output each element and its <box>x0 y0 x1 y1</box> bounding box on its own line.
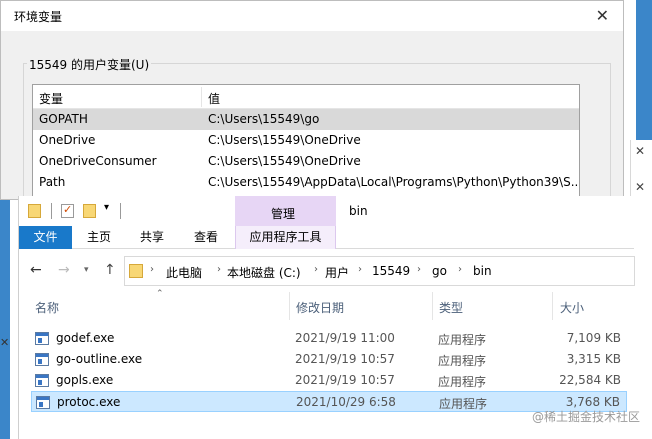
toolbar-divider <box>51 203 52 219</box>
column-divider[interactable] <box>552 292 553 320</box>
breadcrumb-item[interactable]: go <box>432 264 447 278</box>
file-row[interactable]: gopls.exe 2021/9/19 10:57 应用程序 22,584 KB <box>31 370 627 391</box>
column-header-name[interactable]: 名称 <box>35 299 59 316</box>
file-size: 22,584 KB <box>559 373 621 387</box>
variable-value: C:\Users\15549\go <box>208 112 320 126</box>
column-header-size[interactable]: 大小 <box>560 299 584 316</box>
chevron-right-icon[interactable]: › <box>314 264 318 275</box>
chevron-right-icon[interactable]: › <box>458 264 462 275</box>
file-explorer-window: ▾ 管理 bin 文件 主页 共享 查看 应用程序工具 ← → ▾ ↑ › 此电… <box>18 196 635 439</box>
table-row[interactable]: Path C:\Users\15549\AppData\Local\Progra… <box>33 172 579 193</box>
column-divider[interactable] <box>432 292 433 320</box>
chevron-right-icon[interactable]: › <box>358 264 362 275</box>
close-icon[interactable]: ✕ <box>635 180 645 194</box>
column-header-date[interactable]: 修改日期 <box>296 299 344 316</box>
environment-variables-dialog: 环境变量 ✕ 15549 的用户变量(U) 变量 值 GOPATH C:\Use… <box>0 0 624 203</box>
file-type: 应用程序 <box>438 354 487 368</box>
sort-ascending-icon: ⌃ <box>156 289 164 299</box>
exe-file-icon <box>35 332 49 345</box>
tab-file[interactable]: 文件 <box>19 226 72 249</box>
column-divider[interactable] <box>289 292 290 320</box>
up-arrow-icon[interactable]: ↑ <box>104 262 116 278</box>
address-bar[interactable]: › 此电脑 › 本地磁盘 (C:) › 用户 › 15549 › go › bi… <box>124 256 635 286</box>
file-name: go-outline.exe <box>56 352 143 366</box>
dialog-title: 环境变量 <box>14 10 63 24</box>
breadcrumb-item[interactable]: bin <box>473 264 492 278</box>
properties-icon[interactable] <box>61 203 74 218</box>
file-type: 应用程序 <box>439 397 488 411</box>
file-date: 2021/9/19 11:00 <box>295 331 395 345</box>
tab-home[interactable]: 主页 <box>87 226 111 249</box>
forward-arrow-icon[interactable]: → <box>58 262 70 278</box>
chevron-right-icon[interactable]: › <box>217 264 221 275</box>
column-header-type[interactable]: 类型 <box>439 299 463 316</box>
breadcrumb-item[interactable]: 本地磁盘 (C:) <box>227 264 301 281</box>
column-header-variable[interactable]: 变量 <box>39 90 63 107</box>
chevron-right-icon[interactable]: › <box>150 264 154 275</box>
file-date: 2021/9/19 10:57 <box>295 373 395 387</box>
manage-tab-label: 管理 <box>271 207 296 221</box>
file-date: 2021/9/19 10:57 <box>295 352 395 366</box>
folder-icon[interactable] <box>28 204 41 218</box>
file-name: protoc.exe <box>57 395 121 409</box>
exe-file-icon <box>35 353 49 366</box>
table-row[interactable]: OneDriveConsumer C:\Users\15549\OneDrive <box>33 151 579 172</box>
table-row[interactable]: OneDrive C:\Users\15549\OneDrive <box>33 130 579 151</box>
tab-application-tools[interactable]: 应用程序工具 <box>235 226 336 249</box>
file-date: 2021/10/29 6:58 <box>296 395 396 409</box>
column-header-value[interactable]: 值 <box>208 90 220 107</box>
new-folder-icon[interactable] <box>83 204 96 218</box>
table-header: 变量 值 <box>33 85 579 109</box>
column-divider[interactable] <box>201 87 202 107</box>
file-size: 7,109 KB <box>566 331 621 345</box>
variable-value: C:\Users\15549\OneDrive <box>208 154 361 168</box>
file-row[interactable]: godef.exe 2021/9/19 11:00 应用程序 7,109 KB <box>31 328 627 349</box>
manage-contextual-tab[interactable]: 管理 <box>235 196 336 226</box>
recent-locations-icon[interactable]: ▾ <box>84 265 89 275</box>
file-row[interactable]: go-outline.exe 2021/9/19 10:57 应用程序 3,31… <box>31 349 627 370</box>
chevron-right-icon[interactable]: › <box>417 264 421 275</box>
user-variables-table[interactable]: 变量 值 GOPATH C:\Users\15549\go OneDrive C… <box>32 84 580 201</box>
breadcrumb-item[interactable]: 此电脑 <box>166 264 202 281</box>
exe-file-icon <box>36 396 50 409</box>
close-icon[interactable]: ✕ <box>635 144 645 158</box>
tab-share[interactable]: 共享 <box>140 226 164 249</box>
file-list-header: ⌃ 名称 修改日期 类型 大小 <box>19 289 634 320</box>
file-size: 3,315 KB <box>566 352 621 366</box>
dialog-titlebar: 环境变量 ✕ <box>1 1 623 31</box>
tab-view[interactable]: 查看 <box>194 226 218 249</box>
variable-name: OneDrive <box>39 133 96 147</box>
toolbar-divider <box>120 203 121 219</box>
breadcrumb-item[interactable]: 用户 <box>325 264 349 281</box>
variable-name: OneDriveConsumer <box>39 154 157 168</box>
variable-name: Path <box>39 175 66 189</box>
variable-value: C:\Users\15549\OneDrive <box>208 133 361 147</box>
customize-toolbar-icon[interactable]: ▾ <box>104 202 109 213</box>
breadcrumb-item[interactable]: 15549 <box>372 264 410 278</box>
window-title: bin <box>349 204 368 218</box>
exe-file-icon <box>35 374 49 387</box>
ribbon-tabs: 文件 主页 共享 查看 应用程序工具 <box>19 226 634 249</box>
desktop-background-right <box>636 0 652 140</box>
user-variables-label: 15549 的用户变量(U) <box>27 56 152 73</box>
file-size: 3,768 KB <box>565 395 620 409</box>
close-icon[interactable]: ✕ <box>596 6 609 25</box>
close-icon: ✕ <box>0 336 10 349</box>
watermark: @稀土掘金技术社区 <box>531 410 640 424</box>
table-row[interactable]: GOPATH C:\Users\15549\go <box>33 109 579 130</box>
file-name: godef.exe <box>56 331 115 345</box>
file-type: 应用程序 <box>438 333 487 347</box>
folder-icon <box>129 264 143 278</box>
navigation-bar: ← → ▾ ↑ › 此电脑 › 本地磁盘 (C:) › 用户 › 15549 ›… <box>19 250 635 292</box>
quick-access-toolbar: ▾ 管理 bin <box>19 196 634 226</box>
variable-name: GOPATH <box>39 112 88 126</box>
file-type: 应用程序 <box>438 375 487 389</box>
variable-value: C:\Users\15549\AppData\Local\Programs\Py… <box>208 175 580 189</box>
back-arrow-icon[interactable]: ← <box>30 262 42 278</box>
file-name: gopls.exe <box>56 373 114 387</box>
